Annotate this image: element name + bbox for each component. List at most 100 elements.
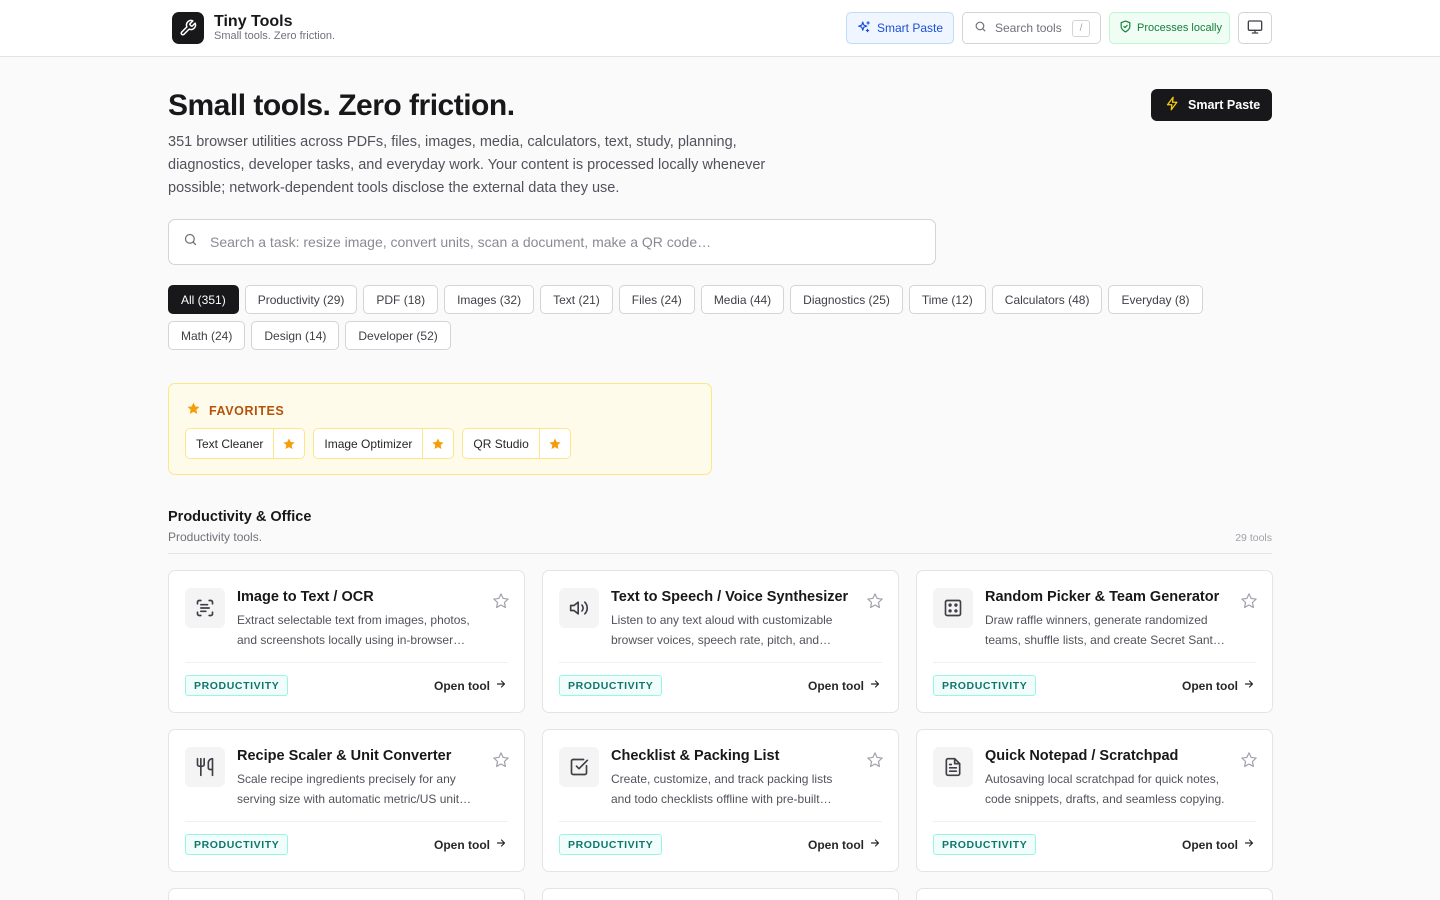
category-chip[interactable]: Calculators (48) [991, 285, 1103, 314]
scan-text-icon [185, 588, 225, 628]
sparkles-icon [857, 20, 871, 37]
tool-card[interactable]: Random Picker & Team Generator Draw raffl… [916, 570, 1273, 713]
section-divider [168, 553, 1272, 554]
category-chip[interactable]: Files (24) [618, 285, 695, 314]
smart-paste-header-button[interactable]: Smart Paste [846, 12, 954, 44]
tool-card[interactable] [168, 888, 525, 900]
category-chip[interactable]: All (351) [168, 285, 239, 314]
category-chip[interactable]: Developer (52) [345, 321, 451, 350]
tool-description: Scale recipe ingredients precisely for a… [237, 772, 460, 806]
task-search-box[interactable] [168, 219, 936, 265]
favorites-panel: FAVORITES Text Cleaner Image Optimizer QR … [168, 383, 712, 475]
favorite-star-icon[interactable] [866, 592, 884, 610]
processes-locally-badge: Processes locally [1109, 12, 1230, 44]
search-tools-button[interactable]: Search tools / [962, 12, 1101, 44]
unfavorite-star-icon[interactable] [423, 429, 453, 458]
smart-paste-header-label: Smart Paste [877, 21, 944, 35]
tool-card[interactable] [916, 888, 1273, 900]
task-search-input[interactable] [210, 234, 910, 250]
category-chip[interactable]: Design (14) [251, 321, 340, 350]
category-badge: PRODUCTIVITY [933, 675, 1037, 696]
open-tool-link[interactable]: Open tool [1182, 678, 1255, 693]
open-tool-link[interactable]: Open tool [808, 837, 881, 852]
open-tool-label: Open tool [1182, 837, 1238, 852]
open-tool-label: Open tool [1182, 678, 1238, 693]
wrench-icon [172, 12, 204, 44]
tool-card[interactable] [542, 888, 899, 900]
tool-description: Draw raffle winners, generate randomized… [985, 613, 1220, 647]
tool-description: Autosaving local scratchpad for quick no… [985, 772, 1225, 806]
arrow-right-icon [869, 678, 881, 693]
star-icon [186, 401, 201, 421]
shortcut-key: / [1072, 20, 1090, 37]
tool-card[interactable]: Image to Text / OCR Extract selectable te… [168, 570, 525, 713]
section-subtitle: Productivity tools. [168, 530, 263, 544]
favorite-star-icon[interactable] [1240, 751, 1258, 769]
section-tool-count: 29 tools [1235, 532, 1272, 544]
open-tool-label: Open tool [808, 678, 864, 693]
top-bar: Tiny Tools Small tools. Zero friction. S… [0, 0, 1440, 57]
tool-card[interactable]: Checklist & Packing List Create, customiz… [542, 729, 899, 872]
tool-description: Listen to any text aloud with customizab… [611, 613, 833, 647]
smart-paste-label: Smart Paste [1188, 98, 1261, 112]
favorite-link[interactable]: Text Cleaner [186, 429, 275, 458]
tool-title: Random Picker & Team Generator [985, 589, 1220, 605]
tool-title: Recipe Scaler & Unit Converter [237, 748, 452, 764]
card-divider [559, 821, 882, 822]
category-badge: PRODUCTIVITY [559, 675, 663, 696]
category-chip[interactable]: Media (44) [700, 285, 785, 314]
arrow-right-icon [1243, 678, 1255, 693]
page-description: 351 browser utilities across PDFs, files… [168, 134, 766, 196]
smart-paste-button[interactable]: Smart Paste [1151, 89, 1272, 121]
category-chip[interactable]: Everyday (8) [1108, 285, 1203, 314]
card-divider [559, 662, 882, 663]
category-badge: PRODUCTIVITY [559, 834, 663, 855]
favorite-item: Image Optimizer [313, 428, 455, 459]
open-tool-link[interactable]: Open tool [808, 678, 881, 693]
category-chip[interactable]: Images (32) [444, 285, 535, 314]
card-divider [185, 821, 508, 822]
category-badge: PRODUCTIVITY [185, 675, 289, 696]
arrow-right-icon [495, 678, 507, 693]
brand-title: Tiny Tools [214, 13, 293, 30]
category-chip[interactable]: Time (12) [908, 285, 986, 314]
speaker-icon [559, 588, 599, 628]
tool-grid: Image to Text / OCR Extract selectable te… [168, 570, 1273, 900]
favorite-link[interactable]: QR Studio [463, 429, 540, 458]
tool-card[interactable]: Quick Notepad / Scratchpad Autosaving loc… [916, 729, 1273, 872]
favorites-title: FAVORITES [209, 404, 285, 418]
tool-title: Text to Speech / Voice Synthesizer [611, 589, 849, 605]
monitor-icon [1247, 19, 1263, 38]
favorite-link[interactable]: Image Optimizer [314, 429, 424, 458]
favorite-star-icon[interactable] [866, 751, 884, 769]
theme-toggle-button[interactable] [1238, 12, 1272, 44]
category-chip[interactable]: Diagnostics (25) [790, 285, 903, 314]
tool-card[interactable]: Recipe Scaler & Unit Converter Scale reci… [168, 729, 525, 872]
favorite-star-icon[interactable] [1240, 592, 1258, 610]
category-chip[interactable]: PDF (18) [363, 285, 439, 314]
favorite-star-icon[interactable] [492, 592, 510, 610]
search-icon [183, 232, 198, 252]
processes-locally-label: Processes locally [1137, 22, 1222, 34]
unfavorite-star-icon[interactable] [274, 429, 304, 458]
lightning-icon [1165, 96, 1180, 114]
favorite-item: Text Cleaner [185, 428, 306, 459]
category-chip[interactable]: Productivity (29) [244, 285, 358, 314]
document-icon [933, 747, 973, 787]
favorite-star-icon[interactable] [492, 751, 510, 769]
card-divider [933, 821, 1256, 822]
tool-card[interactable]: Text to Speech / Voice Synthesizer Listen… [542, 570, 899, 713]
open-tool-link[interactable]: Open tool [1182, 837, 1255, 852]
arrow-right-icon [495, 837, 507, 852]
utensils-icon [185, 747, 225, 787]
unfavorite-star-icon[interactable] [540, 429, 570, 458]
checkbox-icon [559, 747, 599, 787]
shield-check-icon [1119, 20, 1132, 36]
category-chip[interactable]: Text (21) [540, 285, 613, 314]
category-chip[interactable]: Math (24) [168, 321, 246, 350]
brand[interactable]: Tiny Tools Small tools. Zero friction. [172, 12, 335, 44]
open-tool-link[interactable]: Open tool [434, 837, 507, 852]
tool-title: Checklist & Packing List [611, 748, 780, 764]
open-tool-link[interactable]: Open tool [434, 678, 507, 693]
dice-icon [933, 588, 973, 628]
